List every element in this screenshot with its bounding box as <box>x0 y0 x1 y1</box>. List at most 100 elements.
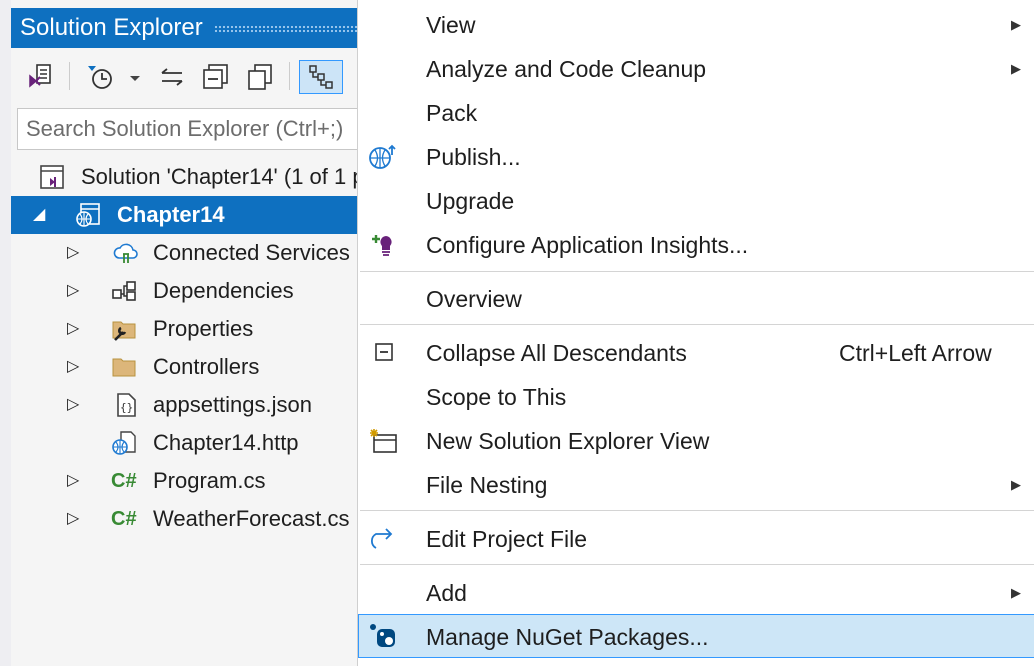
solution-icon <box>40 165 64 189</box>
menu-item-scope[interactable]: Scope to This <box>358 375 1034 419</box>
collapsed-arrow-icon[interactable]: ▷ <box>67 348 79 386</box>
tree-item-label: WeatherForecast.cs <box>153 506 350 531</box>
tree-item[interactable]: ▷ Connected Services <box>11 234 357 272</box>
menu-separator <box>360 510 1034 511</box>
menu-item-collapse-all[interactable]: Collapse All Descendants Ctrl+Left Arrow <box>358 331 1034 375</box>
home-button[interactable] <box>21 60 61 94</box>
menu-item-label: Overview <box>426 286 522 312</box>
expanded-arrow-icon[interactable]: ◢ <box>33 196 45 234</box>
nuget-icon <box>370 624 395 647</box>
tree-solution-row[interactable]: Solution 'Chapter14' (1 of 1 project) <box>11 158 357 196</box>
http-file-icon <box>112 431 136 455</box>
menu-item-overview[interactable]: Overview <box>358 277 1034 321</box>
submenu-arrow-icon: ▶ <box>1011 61 1021 76</box>
menu-separator <box>360 271 1034 272</box>
menu-item-label: Publish... <box>426 144 521 170</box>
submenu-arrow-icon: ▶ <box>1011 17 1021 32</box>
tree-item[interactable]: ▷ Dependencies <box>11 272 357 310</box>
home-icon <box>29 64 51 88</box>
properties-folder-icon <box>112 321 136 341</box>
menu-item-label: View <box>426 12 476 38</box>
csharp-file-icon: C# <box>111 508 137 530</box>
menu-separator <box>360 324 1034 325</box>
tree-item[interactable]: ▷ C# WeatherForecast.cs <box>11 500 357 538</box>
tree-item-label: Program.cs <box>153 468 266 493</box>
tree-item[interactable]: ▷ {} appsettings.json <box>11 386 357 424</box>
menu-separator <box>360 564 1034 565</box>
tree-item[interactable]: ▷ Properties <box>11 310 357 348</box>
menu-item-add[interactable]: Add ▶ <box>358 571 1034 615</box>
submenu-arrow-icon: ▶ <box>1011 477 1021 492</box>
menu-item-view[interactable]: View ▶ <box>358 3 1034 47</box>
menu-item-analyze[interactable]: Analyze and Code Cleanup ▶ <box>358 47 1034 91</box>
tree-item[interactable]: ▷ Controllers <box>11 348 357 386</box>
collapsed-arrow-icon[interactable]: ▷ <box>67 234 79 272</box>
collapsed-arrow-icon[interactable]: ▷ <box>67 462 79 500</box>
toolbar-separator <box>69 62 70 90</box>
project-label: Chapter14 <box>117 202 225 227</box>
menu-item-label: Scope to This <box>426 384 567 410</box>
context-menu: View ▶ Analyze and Code Cleanup ▶ Pack P… <box>357 0 1034 666</box>
tree-item[interactable]: ▷ C# Program.cs <box>11 462 357 500</box>
left-edge-strip <box>0 0 11 666</box>
collapse-icon <box>375 343 393 361</box>
tree-item-label: Dependencies <box>153 278 294 303</box>
menu-item-app-insights[interactable]: Configure Application Insights... <box>358 223 1034 267</box>
json-file-icon: {} <box>117 393 136 417</box>
csharp-file-icon: C# <box>111 470 137 492</box>
view-toggle-button[interactable] <box>299 60 343 94</box>
sync-icon <box>161 68 183 86</box>
collapse-all-icon <box>203 64 228 89</box>
menu-item-shortcut: Ctrl+Left Arrow <box>839 340 992 366</box>
menu-item-label: Edit Project File <box>426 526 588 552</box>
menu-item-label: File Nesting <box>426 472 548 498</box>
edit-redo-icon <box>370 528 393 549</box>
collapse-all-button[interactable] <box>197 60 235 94</box>
folder-icon <box>112 358 136 377</box>
connected-services-icon <box>113 243 138 263</box>
menu-item-new-view[interactable]: New Solution Explorer View <box>358 419 1034 463</box>
solution-explorer-title-bar[interactable]: Solution Explorer <box>11 8 357 48</box>
publish-globe-icon <box>369 144 396 169</box>
show-all-files-button[interactable] <box>241 60 279 94</box>
menu-item-label: Collapse All Descendants <box>426 340 687 366</box>
menu-item-label: New Solution Explorer View <box>426 428 710 454</box>
menu-item-label: Upgrade <box>426 188 515 214</box>
tree-item-label: Controllers <box>153 354 260 379</box>
application-insights-icon <box>372 235 392 256</box>
new-window-icon <box>370 429 397 453</box>
solution-explorer-title: Solution Explorer <box>20 14 203 41</box>
menu-item-label: Analyze and Code Cleanup <box>426 56 707 82</box>
copy-icon <box>248 64 272 90</box>
sync-button[interactable] <box>153 60 191 94</box>
tree-item-label: appsettings.json <box>153 392 312 417</box>
collapsed-arrow-icon[interactable]: ▷ <box>67 310 79 348</box>
collapsed-arrow-icon[interactable]: ▷ <box>67 386 79 424</box>
menu-item-label: Configure Application Insights... <box>426 232 749 258</box>
menu-item-manage-nuget[interactable]: Manage NuGet Packages... <box>358 614 1034 658</box>
dependencies-icon <box>112 281 136 301</box>
menu-item-file-nesting[interactable]: File Nesting ▶ <box>358 463 1034 507</box>
tree-item-label: Connected Services <box>153 240 350 265</box>
tree-item-label: Chapter14.http <box>153 430 299 455</box>
menu-item-edit-project[interactable]: Edit Project File <box>358 517 1034 561</box>
collapsed-arrow-icon[interactable]: ▷ <box>67 272 79 310</box>
menu-item-pack[interactable]: Pack <box>358 91 1034 135</box>
history-button[interactable] <box>81 60 147 94</box>
menu-item-label: Manage NuGet Packages... <box>426 624 709 650</box>
tree-project-row[interactable]: ◢ Chapter14 <box>11 196 357 234</box>
title-grip-dots <box>214 25 357 33</box>
menu-item-label: Pack <box>426 100 478 126</box>
menu-item-publish[interactable]: Publish... <box>358 135 1034 179</box>
history-icon <box>88 66 140 89</box>
collapsed-arrow-icon[interactable]: ▷ <box>67 500 79 538</box>
menu-item-label: Add <box>426 580 467 606</box>
solution-explorer-panel: Solution Explorer Search Solution Explor… <box>11 0 357 666</box>
menu-item-upgrade[interactable]: Upgrade <box>358 179 1034 223</box>
toolbar-separator <box>289 62 290 90</box>
view-toggle-icon <box>309 65 333 89</box>
svg-text:{}: {} <box>120 401 133 414</box>
solution-explorer-toolbar <box>11 50 357 104</box>
tree-item[interactable]: Chapter14.http <box>11 424 357 462</box>
search-input[interactable]: Search Solution Explorer (Ctrl+;) <box>17 108 357 150</box>
